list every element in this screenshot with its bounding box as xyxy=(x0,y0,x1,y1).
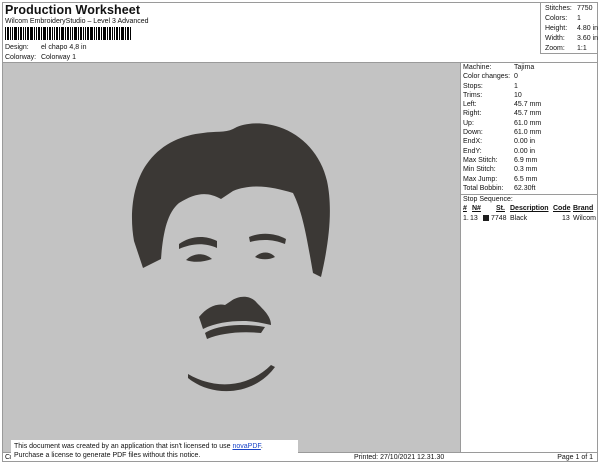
info-row-left: Left: 45.7 mm xyxy=(463,101,542,109)
info-row-endy: EndY: 0.00 in xyxy=(463,147,536,155)
row-needle: 13 xyxy=(470,214,478,222)
row-description: Black xyxy=(510,214,528,222)
row-index: 1. xyxy=(463,214,469,222)
info-row-machine: Machine: Tajima xyxy=(463,64,535,71)
novapdf-link[interactable]: novaPDF xyxy=(232,443,260,450)
design-preview xyxy=(3,63,460,452)
stop-sequence-title: Stop Sequence: xyxy=(461,194,598,204)
design-label: Design: xyxy=(5,44,29,51)
table-row: 1. 13 7748 Black 13 Wilcom xyxy=(461,214,598,224)
info-row-max-jump: Max Jump: 6.5 mm xyxy=(463,175,538,183)
info-row-min-stitch: Min Stitch: 0.3 mm xyxy=(463,166,538,174)
info-row-total-bobbin: Total Bobbin: 62.30ft xyxy=(463,184,536,192)
notice-line2: Purchase a license to generate PDF files… xyxy=(14,452,201,459)
info-row-endx: EndX: 0.00 in xyxy=(463,138,536,146)
hair-shape xyxy=(131,123,330,277)
lower-lip xyxy=(205,325,265,339)
info-row-down: Down: 61.0 mm xyxy=(463,129,542,137)
col-header-needle: N# xyxy=(472,205,481,213)
col-header-description: Description xyxy=(510,205,549,213)
stop-sequence-header: # N# St. Description Code Brand xyxy=(461,204,598,214)
col-header-index: # xyxy=(463,205,467,213)
summary-row: Width: 3.60 in xyxy=(545,35,599,42)
license-notice: This document was created by an applicat… xyxy=(11,440,298,461)
row-brand: Wilcom xyxy=(573,214,596,222)
colorway-name: Colorway: Colorway 1 xyxy=(5,54,76,61)
machine-info-panel: Machine: Tajima Color changes: 0 Stops: 1 T… xyxy=(460,62,598,452)
thread-color-swatch xyxy=(483,215,489,222)
left-eyebrow xyxy=(179,237,217,249)
summary-stats: Stitches: 7750 Colors: 1 Height: 4.80 in Wi… xyxy=(540,2,598,54)
row-code: 13 xyxy=(562,214,570,222)
col-header-code: Code xyxy=(553,205,571,213)
colorway-label: Colorway: xyxy=(5,54,37,61)
col-header-brand: Brand xyxy=(573,205,594,213)
right-eye xyxy=(255,252,275,260)
info-row-right: Right: 45.7 mm xyxy=(463,110,542,118)
page-number: Page 1 of 1 xyxy=(557,454,593,461)
notice-line1-suffix: . xyxy=(260,443,263,450)
design-value: el chapo 4,8 in xyxy=(40,44,87,51)
summary-row: Stitches: 7750 xyxy=(545,5,593,12)
col-header-stitches: St. xyxy=(496,205,505,213)
row-stitches: 7748 xyxy=(491,214,507,222)
embroidery-face-illustration xyxy=(131,123,330,392)
info-row-max-stitch: Max Stitch: 6.9 mm xyxy=(463,156,538,164)
chin-line xyxy=(188,365,275,392)
summary-row: Zoom: 1:1 xyxy=(545,45,587,52)
right-eyebrow xyxy=(249,233,286,244)
summary-row: Height: 4.80 in xyxy=(545,25,599,32)
design-name: Design: el chapo 4,8 in xyxy=(5,44,87,51)
page-title: Production Worksheet xyxy=(5,3,141,17)
printed-timestamp: Printed: 27/10/2021 12.31.30 xyxy=(354,454,445,461)
barcode xyxy=(5,27,131,40)
info-row-color-changes: Color changes: 0 xyxy=(463,73,518,81)
summary-row: Colors: 1 xyxy=(545,15,581,22)
software-subtitle: Wilcom EmbroideryStudio – Level 3 Advanc… xyxy=(5,18,149,25)
mustache xyxy=(199,296,271,329)
left-eye xyxy=(186,254,212,262)
info-row-stops: Stops: 1 xyxy=(463,82,518,90)
info-row-up: Up: 61.0 mm xyxy=(463,119,542,127)
notice-line1-prefix: This document was created by an applicat… xyxy=(14,443,233,450)
colorway-value: Colorway 1 xyxy=(40,54,76,61)
info-row-trims: Trims: 10 xyxy=(463,91,522,99)
